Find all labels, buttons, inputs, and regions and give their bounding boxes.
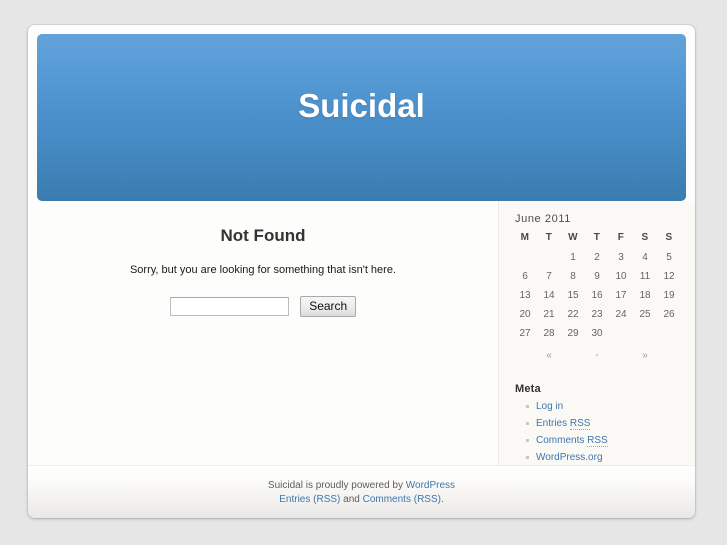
meta-link-label: Entries [536,418,570,429]
calendar-day: 1 [570,252,576,263]
footer-link-wordpress[interactable]: WordPress [406,480,455,491]
calendar-body: 1 2 3 4 5 6 7 8 9 10 11 12 13 14 15 16 1… [513,248,681,343]
calendar-day: 2 [594,252,600,263]
calendar-day: 13 [519,290,531,301]
calendar-day [513,248,537,267]
meta-link-login[interactable]: Log in [536,401,563,412]
calendar-day: 25 [639,309,651,320]
rss-abbr: RSS [587,435,608,447]
main-content: Not Found Sorry, but you are looking for… [28,201,498,317]
footer-link-comments-rss[interactable]: Comments (RSS) [363,494,441,505]
calendar-week-row: 13 14 15 16 17 18 19 [513,286,681,305]
calendar-day [609,324,633,343]
calendar-day: 18 [639,290,651,301]
footer-line-2: Entries (RSS) and Comments (RSS). [28,493,695,507]
meta-link-comments-rss[interactable]: Comments RSS [536,435,608,447]
calendar-widget: June 2011 M T W T F S S 1 2 3 4 5 6 7 8 … [513,213,681,365]
calendar-weekday: T [545,232,553,243]
footer-link-entries-rss[interactable]: Entries (RSS) [279,494,340,505]
list-item: Log in [526,401,681,418]
calendar-next-month[interactable]: » [609,343,681,365]
calendar-day: 30 [591,328,603,339]
calendar-day: 20 [519,309,531,320]
footer-period: . [440,494,444,505]
calendar-day: 9 [594,271,600,282]
calendar-weekday: M [520,232,530,243]
meta-link-wordpress-org[interactable]: WordPress.org [536,452,603,463]
calendar-foot: « - » [513,343,681,365]
footer-conjunction: and [340,494,363,505]
calendar-day: 29 [567,328,579,339]
meta-link-label: Log in [536,401,564,412]
calendar-weekday: F [617,232,625,243]
page-body: Not Found Sorry, but you are looking for… [28,201,695,465]
meta-link-label: WordPress.org [536,452,603,463]
calendar-day: 3 [618,252,624,263]
meta-widget-title: Meta [515,383,541,395]
rss-abbr: RSS [569,418,591,430]
site-title[interactable]: Suicidal [298,89,425,123]
calendar-day: 21 [543,309,555,320]
not-found-message: Sorry, but you are looking for something… [129,264,397,276]
calendar-day: 6 [522,271,528,282]
search-input[interactable] [169,297,289,316]
sidebar: June 2011 M T W T F S S 1 2 3 4 5 6 7 8 … [498,201,695,465]
site-container: Suicidal Not Found Sorry, but you are lo… [28,25,695,518]
calendar-weekday: S [665,232,673,243]
calendar-week-row: 1 2 3 4 5 [513,248,681,267]
calendar-caption: June 2011 [515,213,571,225]
calendar-day: 10 [615,271,627,282]
calendar-day [657,324,681,343]
site-header: Suicidal [37,34,686,201]
calendar-day: 27 [519,328,531,339]
calendar-week-row: 6 7 8 9 10 11 12 [513,267,681,286]
meta-link-entries-rss[interactable]: Entries RSS [536,418,591,430]
calendar-day: 8 [570,271,576,282]
site-title-wrapper: Suicidal [37,89,686,123]
list-item: Entries RSS [526,418,681,435]
calendar-head: M T W T F S S [513,230,681,248]
list-item: Comments RSS [526,435,681,452]
calendar-day: 4 [642,252,648,263]
calendar-weekday: T [593,232,601,243]
calendar-day: 23 [591,309,603,320]
calendar-day: 19 [663,290,675,301]
search-form: Search [28,278,498,317]
meta-link-label: Comments [536,435,588,446]
calendar-nav-row: « - » [513,343,681,365]
calendar-nav-separator: - [595,350,599,361]
calendar-day: 24 [615,309,627,320]
calendar-day: 7 [546,271,552,282]
calendar-day: 28 [543,328,555,339]
calendar-day: 17 [615,290,627,301]
calendar-day: 16 [591,290,603,301]
calendar-day: 22 [567,309,579,320]
footer-line-1: Suicidal is proudly powered by WordPress [28,479,695,493]
calendar-day: 11 [639,271,651,282]
calendar-day [537,248,561,267]
calendar-prev-month[interactable]: « [513,343,585,365]
calendar-week-row: 27 28 29 30 [513,324,681,343]
calendar-day: 14 [543,290,555,301]
calendar-weekday: W [568,232,578,243]
calendar-day: 26 [663,309,675,320]
calendar-day: 15 [567,290,579,301]
footer-credit-text: Suicidal is proudly powered by [267,480,406,491]
calendar-day: 12 [663,271,675,282]
page-title: Not Found [220,226,306,245]
calendar-day [633,324,657,343]
search-button[interactable]: Search [300,296,357,317]
calendar-day: 5 [666,252,672,263]
calendar-weekday: S [641,232,649,243]
calendar-weekday-row: M T W T F S S [513,230,681,248]
meta-widget-list: Log in Entries RSS Comments RSS WordPres… [513,401,681,469]
site-footer: Suicidal is proudly powered by WordPress… [28,465,695,518]
calendar-week-row: 20 21 22 23 24 25 26 [513,305,681,324]
